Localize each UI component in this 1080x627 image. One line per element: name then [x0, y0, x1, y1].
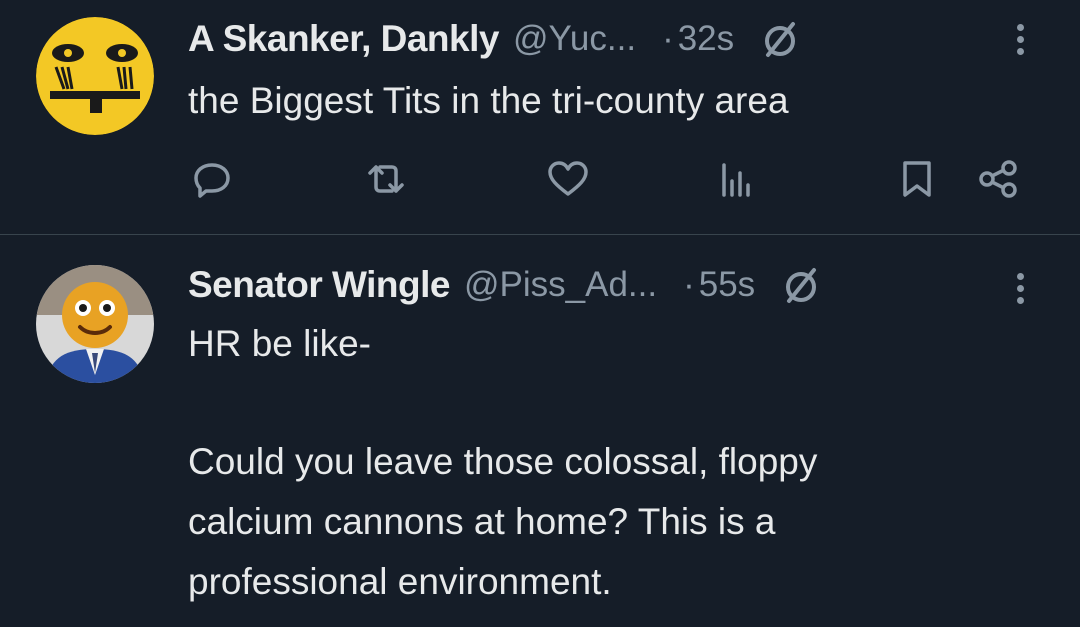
avatar[interactable]: [36, 265, 154, 383]
views-icon[interactable]: [712, 156, 758, 202]
bookmark-icon[interactable]: [894, 156, 940, 202]
tweet-text: the Biggest Tits in the tri-county area: [188, 80, 789, 121]
handle[interactable]: @Yuc...: [513, 19, 636, 59]
separator-dot: ·: [662, 19, 674, 58]
separator-dot: ·: [683, 265, 695, 304]
display-name[interactable]: Senator Wingle: [188, 264, 450, 306]
tweet-header: Senator Wingle @Piss_Ad... · 55s: [188, 262, 821, 308]
timestamp[interactable]: 32s: [678, 19, 734, 59]
timestamp[interactable]: 55s: [699, 265, 755, 305]
emoji-man-in-suit-icon: [36, 265, 154, 383]
tweet-actions: [0, 156, 1080, 206]
avatar[interactable]: [36, 17, 154, 135]
tweet-line: calcium cannons at home? This is a: [188, 501, 776, 542]
share-icon[interactable]: [976, 156, 1022, 202]
face-emoji-icon: [36, 17, 154, 135]
tweet-text: HR be like- Could you leave those coloss…: [188, 319, 817, 612]
slashed-circle-icon: [781, 265, 821, 305]
tweet[interactable]: A Skanker, Dankly @Yuc... · 32s the Bigg…: [0, 0, 1080, 234]
reply-icon[interactable]: [189, 156, 235, 202]
more-icon[interactable]: [1013, 273, 1027, 313]
tweet-line: professional environment.: [188, 561, 612, 602]
retweet-icon[interactable]: [363, 156, 409, 202]
tweet-line: HR be like-: [188, 323, 371, 364]
more-icon[interactable]: [1013, 24, 1027, 64]
slashed-circle-icon: [760, 19, 800, 59]
tweet-line: Could you leave those colossal, floppy: [188, 441, 818, 482]
display-name[interactable]: A Skanker, Dankly: [188, 18, 499, 60]
handle[interactable]: @Piss_Ad...: [464, 265, 657, 305]
heart-icon[interactable]: [545, 156, 591, 202]
tweet-header: A Skanker, Dankly @Yuc... · 32s: [188, 16, 800, 62]
